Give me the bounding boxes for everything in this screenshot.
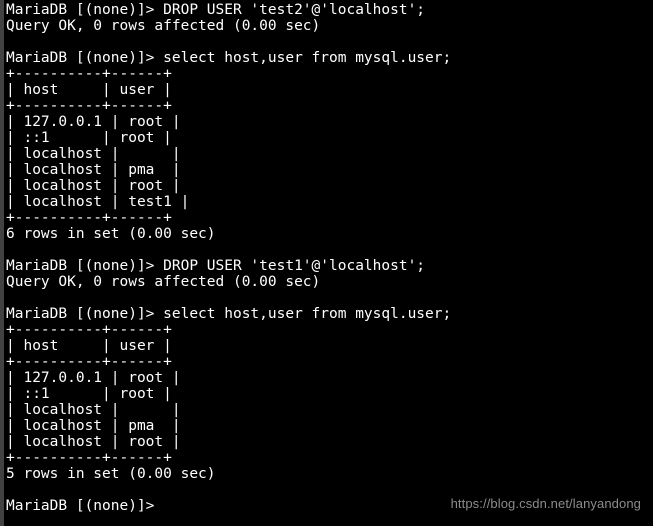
terminal-line: | 127.0.0.1 | root | (6, 114, 181, 130)
terminal-line: | localhost | test1 | (6, 194, 190, 210)
terminal-line: +----------+------+ (6, 450, 172, 466)
terminal-window[interactable]: MariaDB [(none)]> DROP USER 'test2'@'loc… (0, 0, 653, 526)
window-left-edge (0, 0, 4, 526)
watermark: https://blog.csdn.net/lanyandong (450, 496, 641, 511)
terminal-line: | ::1 | root | (6, 386, 172, 402)
terminal-line: Query OK, 0 rows affected (0.00 sec) (6, 274, 321, 290)
terminal-line: MariaDB [(none)]> select host,user from … (6, 50, 452, 66)
terminal-line: | localhost | pma | (6, 162, 181, 178)
terminal-line: | localhost | root | (6, 434, 181, 450)
terminal-line: | localhost | pma | (6, 418, 181, 434)
terminal-line: | host | user | (6, 338, 172, 354)
terminal-line: Query OK, 0 rows affected (0.00 sec) (6, 18, 321, 34)
terminal-line: | localhost | root | (6, 178, 181, 194)
terminal-line: +----------+------+ (6, 354, 172, 370)
terminal-line: MariaDB [(none)]> select host,user from … (6, 306, 452, 322)
terminal-line: +----------+------+ (6, 98, 172, 114)
terminal-line: | host | user | (6, 82, 172, 98)
terminal-line: | localhost | | (6, 402, 181, 418)
terminal-line: | ::1 | root | (6, 130, 172, 146)
terminal-line: 5 rows in set (0.00 sec) (6, 466, 216, 482)
terminal-line: 6 rows in set (0.00 sec) (6, 226, 216, 242)
terminal-line: MariaDB [(none)]> DROP USER 'test2'@'loc… (6, 2, 426, 18)
terminal-line: | 127.0.0.1 | root | (6, 370, 181, 386)
terminal-line: +----------+------+ (6, 322, 172, 338)
terminal-line: | localhost | | (6, 146, 181, 162)
terminal-line: +----------+------+ (6, 210, 172, 226)
terminal-line: +----------+------+ (6, 66, 172, 82)
terminal-line: MariaDB [(none)]> DROP USER 'test1'@'loc… (6, 258, 426, 274)
